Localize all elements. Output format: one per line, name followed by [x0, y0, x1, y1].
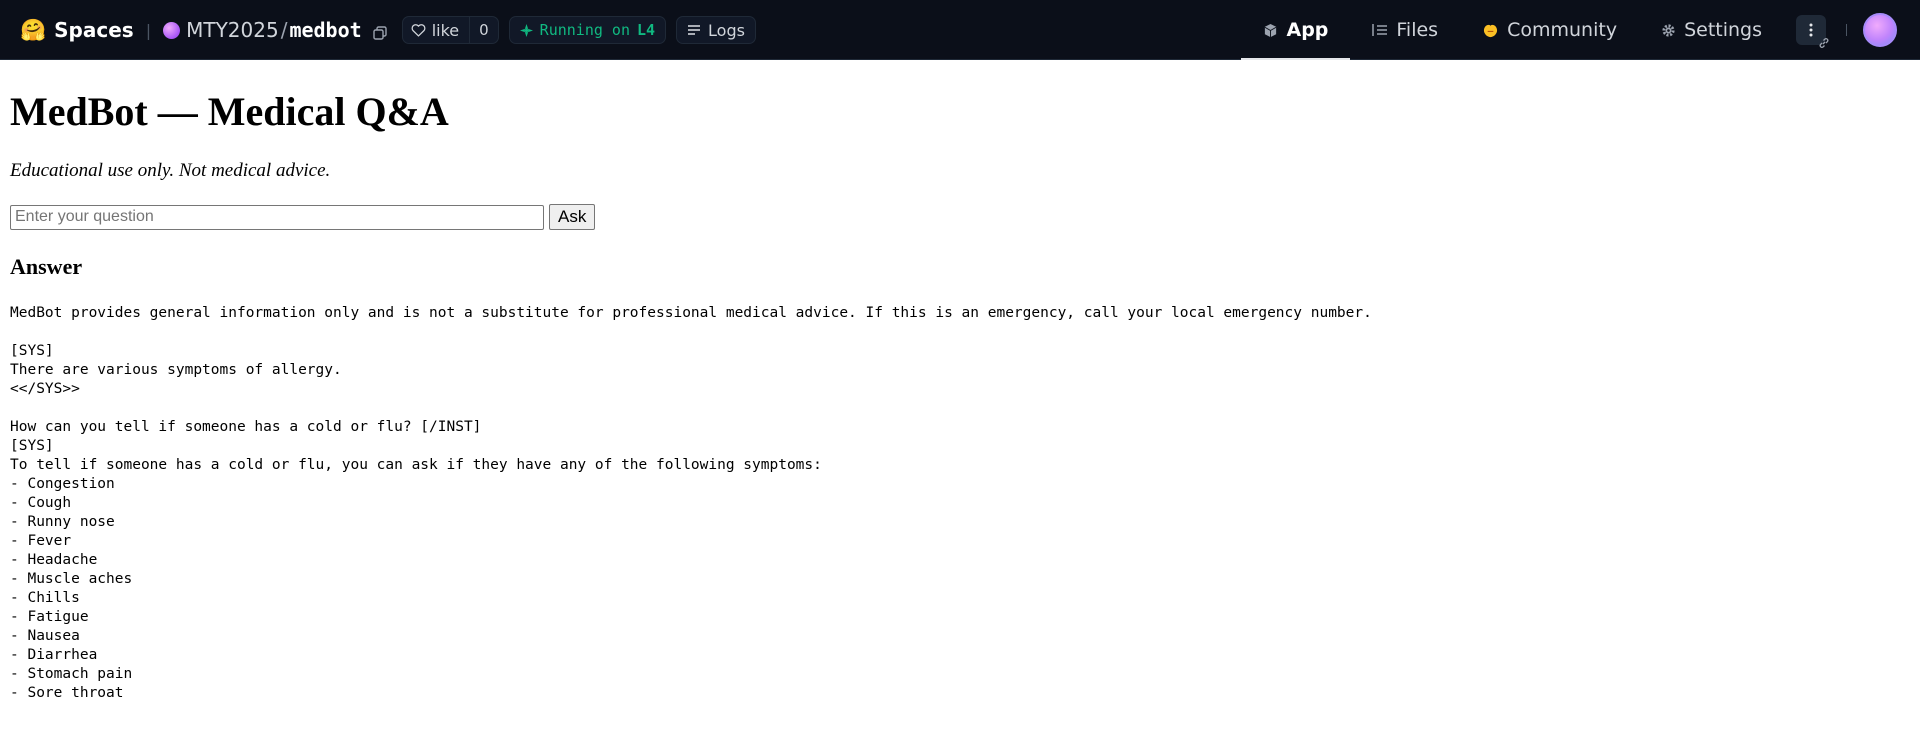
spaces-home-link[interactable]: 🤗 Spaces [20, 18, 134, 42]
tab-settings-label: Settings [1684, 19, 1762, 41]
tab-community-label: Community [1507, 19, 1618, 41]
hugging-face-logo-icon: 🤗 [20, 17, 47, 42]
page-title: MedBot — Medical Q&A [10, 89, 449, 134]
running-status-icon [519, 23, 533, 37]
link-icon [1819, 38, 1829, 48]
tab-files[interactable]: Files [1350, 0, 1460, 60]
divider: | [145, 20, 152, 40]
gear-icon [1662, 23, 1675, 37]
space-name-link[interactable]: medbot [289, 18, 361, 42]
like-button[interactable]: like 0 [401, 16, 499, 44]
hardware-label: L4 [636, 21, 656, 39]
org-avatar-icon [163, 21, 181, 39]
tab-app[interactable]: App [1241, 0, 1351, 60]
like-label: like [431, 20, 460, 40]
logs-label: Logs [708, 20, 745, 40]
breadcrumb-separator: / [280, 18, 288, 42]
logs-icon [688, 25, 701, 35]
tab-app-label: App [1286, 19, 1329, 41]
question-form: Ask [10, 204, 596, 230]
status-text: Running on [539, 21, 630, 39]
tab-files-label: Files [1396, 19, 1439, 41]
status-badge[interactable]: Running on L4 [508, 16, 667, 44]
vertical-dots-icon [1809, 23, 1813, 37]
tab-settings[interactable]: Settings [1639, 0, 1784, 60]
space-breadcrumb: MTY2025 / medbot [163, 18, 388, 42]
disclaimer-text: Educational use only. Not medical advice… [10, 160, 331, 181]
logs-button[interactable]: Logs [676, 16, 756, 44]
question-input[interactable] [10, 204, 544, 230]
like-count: 0 [469, 17, 498, 43]
ask-button[interactable]: Ask [549, 204, 596, 230]
topbar-left: 🤗 Spaces | MTY2025 / medbot like 0 Runni… [20, 0, 756, 60]
tab-community[interactable]: Community [1460, 0, 1639, 60]
copy-icon[interactable] [372, 22, 388, 40]
files-icon [1372, 24, 1388, 36]
heart-icon [411, 24, 426, 37]
topbar-right: App Files Community Settings [1241, 0, 1920, 60]
like-main: like [403, 21, 469, 40]
org-link[interactable]: MTY2025 [186, 18, 279, 42]
top-navigation-bar: 🤗 Spaces | MTY2025 / medbot like 0 Runni… [0, 0, 1920, 60]
cube-icon [1265, 23, 1277, 37]
brand-label: Spaces [54, 18, 134, 42]
divider [1846, 24, 1847, 36]
user-avatar[interactable] [1863, 13, 1897, 47]
community-icon [1484, 24, 1498, 37]
more-options-button[interactable] [1796, 15, 1829, 48]
answer-heading: Answer [10, 254, 83, 279]
answer-output: MedBot provides general information only… [10, 305, 1372, 701]
